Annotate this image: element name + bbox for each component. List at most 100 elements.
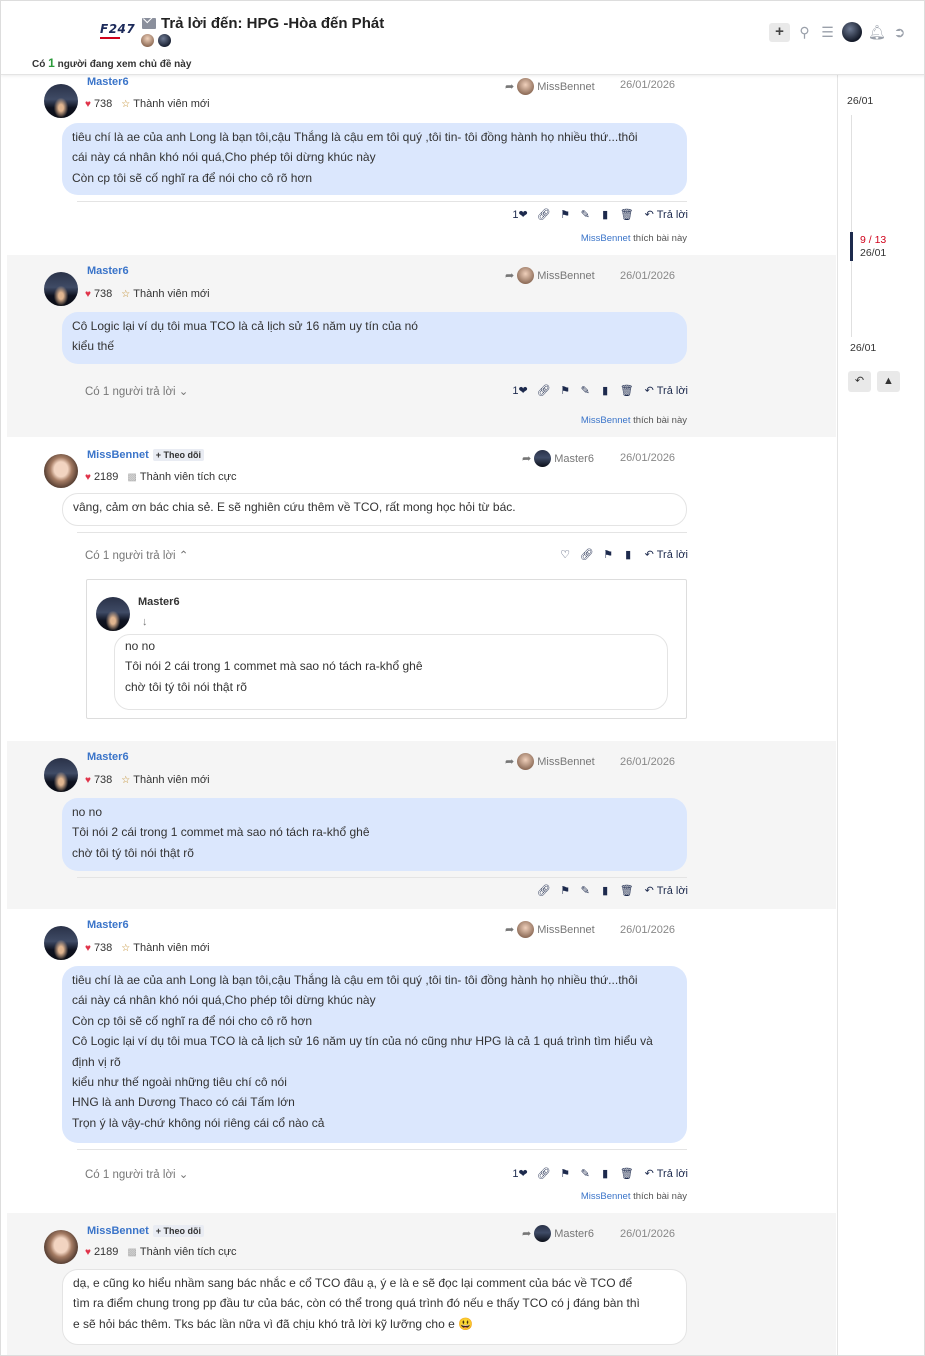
like-button[interactable]: ♡ xyxy=(560,548,571,561)
link-icon[interactable]: 🔗︎ xyxy=(537,384,551,397)
rank-icon: ▩ xyxy=(127,1246,137,1258)
user-stats: ♥ 2189 ▩ Thành viên tích cực xyxy=(85,1246,237,1258)
avatar xyxy=(517,78,535,95)
flag-icon[interactable]: ⚑ xyxy=(560,884,571,897)
avatar[interactable] xyxy=(44,84,78,118)
avatar[interactable] xyxy=(44,926,78,960)
bookmark-icon[interactable]: ▮ xyxy=(600,208,611,221)
topic-header: F247 Trả lời đến: HPG -Hòa đến Phát Có 1… xyxy=(1,1,924,75)
bookmark-icon[interactable]: ▮ xyxy=(600,384,611,397)
post-body: vâng, cảm ơn bác chia sẻ. E sẽ nghiên cứ… xyxy=(62,493,687,526)
avatar[interactable] xyxy=(44,758,78,792)
avatar[interactable] xyxy=(44,454,78,488)
user-avatar[interactable] xyxy=(842,22,862,42)
username[interactable]: MissBennet + Theo dõi xyxy=(87,449,205,461)
post-actions: 1❤ 🔗︎ ⚑ ✎ ▮ 🗑︎ ↶ Trả lời xyxy=(512,384,688,397)
username[interactable]: Master6 xyxy=(87,76,129,88)
flag-icon[interactable]: ⚑ xyxy=(560,1167,571,1180)
trash-icon[interactable]: 🗑︎ xyxy=(620,208,634,221)
timeline-handle[interactable] xyxy=(850,232,853,261)
arrow-down-icon[interactable]: ↓ xyxy=(142,616,148,628)
reply-to[interactable]: ➦ Master6 xyxy=(522,450,594,467)
reply-button[interactable]: ↶ Trả lời xyxy=(645,384,688,397)
flag-icon[interactable]: ⚑ xyxy=(560,384,571,397)
username[interactable]: Master6 xyxy=(138,596,180,608)
logout-icon[interactable]: ➲ xyxy=(891,24,908,41)
avatar xyxy=(534,450,552,467)
trash-icon[interactable]: 🗑︎ xyxy=(620,1167,634,1180)
reply-to[interactable]: ➦ Master6 xyxy=(522,1225,594,1242)
avatar[interactable] xyxy=(44,1230,78,1264)
divider xyxy=(77,201,687,202)
post-date[interactable]: 26/01/2026 xyxy=(620,924,675,936)
page-title[interactable]: Trả lời đến: HPG -Hòa đến Phát xyxy=(161,15,384,32)
follow-badge[interactable]: + Theo dõi xyxy=(152,1225,205,1237)
rank-icon: ☆ xyxy=(121,942,131,954)
edit-icon[interactable]: ✎ xyxy=(580,208,591,221)
bookmark-icon[interactable]: ▮ xyxy=(623,548,634,561)
replies-toggle[interactable]: Có 1 người trả lời ⌄ xyxy=(85,1167,188,1181)
link-icon[interactable]: 🔗︎ xyxy=(580,548,594,561)
bell-icon[interactable]: 🔔︎ xyxy=(868,24,886,41)
flag-icon[interactable]: ⚑ xyxy=(603,548,614,561)
avatar[interactable] xyxy=(158,34,171,47)
username[interactable]: Master6 xyxy=(87,265,129,277)
edit-icon[interactable]: ✎ xyxy=(580,884,591,897)
trash-icon[interactable]: 🗑︎ xyxy=(620,384,634,397)
replies-toggle[interactable]: Có 1 người trả lời ⌃ xyxy=(85,548,188,562)
liked-by: MissBennet thích bài này xyxy=(580,415,687,426)
reply-icon[interactable]: ↶ xyxy=(848,371,871,392)
share-arrow-icon: ➦ xyxy=(505,81,515,93)
username[interactable]: Master6 xyxy=(87,919,129,931)
avatar[interactable] xyxy=(44,272,78,306)
replies-toggle[interactable]: Có 1 người trả lời ⌄ xyxy=(85,384,188,398)
rank-icon: ☆ xyxy=(121,98,131,110)
reply-button[interactable]: ↶ Trả lời xyxy=(645,1167,688,1180)
page: F247 Trả lời đến: HPG -Hòa đến Phát Có 1… xyxy=(0,0,925,1356)
timeline-end-date[interactable]: 26/01 xyxy=(850,342,876,354)
timeline-track[interactable] xyxy=(851,115,852,337)
site-logo[interactable]: F247 xyxy=(100,22,135,39)
post-body: no no Tôi nói 2 cái trong 1 commet mà sa… xyxy=(62,798,687,871)
post-date[interactable]: 26/01/2026 xyxy=(620,452,675,464)
avatar[interactable] xyxy=(96,597,130,631)
link-icon[interactable]: 🔗︎ xyxy=(537,208,551,221)
likes-count: 738 xyxy=(93,98,113,110)
reply-to[interactable]: ➦ MissBennet xyxy=(505,921,595,938)
flag-icon[interactable]: ⚑ xyxy=(560,208,571,221)
bookmark-icon[interactable]: ▮ xyxy=(600,1167,611,1180)
avatar[interactable] xyxy=(141,34,154,47)
post-date[interactable]: 26/01/2026 xyxy=(620,79,675,91)
trash-icon[interactable]: 🗑︎ xyxy=(620,884,634,897)
reply-to[interactable]: ➦ MissBennet xyxy=(505,267,595,284)
topic-timeline: 26/01 9 / 13 26/01 26/01 ↶ ▲ xyxy=(837,75,924,1355)
post-date[interactable]: 26/01/2026 xyxy=(620,1228,675,1240)
username[interactable]: MissBennet + Theo dõi xyxy=(87,1225,205,1237)
embedded-reply: Master6 ↓ no no Tôi nói 2 cái trong 1 co… xyxy=(86,579,687,719)
post: Master6 ♥ 738 ☆ Thành viên mới ➦ MissBen… xyxy=(7,741,836,909)
follow-badge[interactable]: + Theo dõi xyxy=(152,449,205,461)
reply-to[interactable]: ➦ MissBennet xyxy=(505,78,595,95)
reply-button[interactable]: ↶ Trả lời xyxy=(645,884,688,897)
username[interactable]: Master6 xyxy=(87,751,129,763)
like-button[interactable]: 1❤ xyxy=(512,208,527,221)
notification-bell-icon[interactable]: ▲ xyxy=(877,371,900,392)
timeline-start-date[interactable]: 26/01 xyxy=(847,95,873,107)
bookmark-icon[interactable]: ▮ xyxy=(600,884,611,897)
new-topic-button[interactable]: + xyxy=(769,22,790,42)
reply-button[interactable]: ↶ Trả lời xyxy=(645,548,688,561)
link-icon[interactable]: 🔗︎ xyxy=(537,1167,551,1180)
edit-icon[interactable]: ✎ xyxy=(580,384,591,397)
like-button[interactable]: 1❤ xyxy=(512,384,527,397)
post-date[interactable]: 26/01/2026 xyxy=(620,756,675,768)
envelope-icon xyxy=(142,18,156,29)
heart-icon: ♥ xyxy=(85,1246,91,1258)
search-icon[interactable]: ⚲ xyxy=(796,24,813,41)
reply-button[interactable]: ↶ Trả lời xyxy=(645,208,688,221)
post-date[interactable]: 26/01/2026 xyxy=(620,270,675,282)
reply-to[interactable]: ➦ MissBennet xyxy=(505,753,595,770)
menu-icon[interactable]: ☰ xyxy=(819,24,836,41)
like-button[interactable]: 1❤ xyxy=(512,1167,527,1180)
link-icon[interactable]: 🔗︎ xyxy=(537,884,551,897)
edit-icon[interactable]: ✎ xyxy=(580,1167,591,1180)
